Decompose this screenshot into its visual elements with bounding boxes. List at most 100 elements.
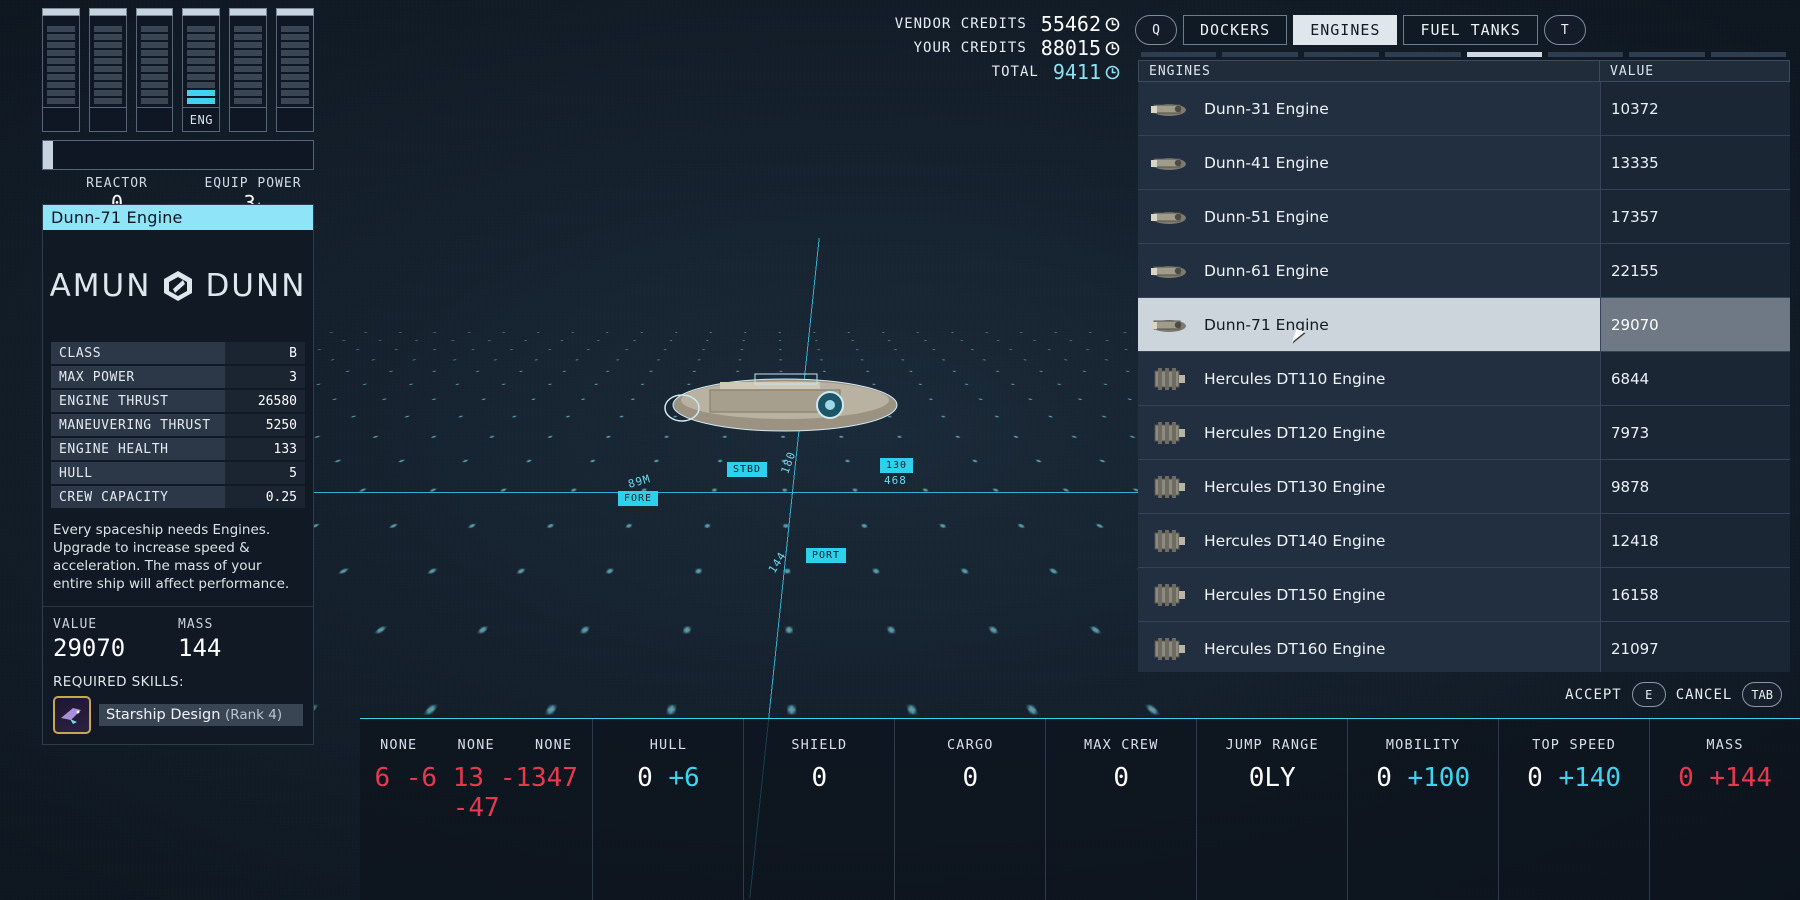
power-pip	[140, 82, 169, 88]
power-slot-2[interactable]	[135, 8, 174, 132]
marker-port: PORT	[806, 548, 847, 563]
list-item-name-cell[interactable]: Hercules DT140 Engine	[1138, 514, 1600, 567]
value-label: VALUE	[53, 616, 98, 632]
list-item-value: 13335	[1600, 136, 1790, 189]
power-pip	[281, 50, 309, 56]
credit-label: YOUR CREDITS	[913, 40, 1027, 56]
module-description: Every spaceship needs Engines. Upgrade t…	[53, 522, 290, 592]
list-item[interactable]: Hercules DT160 Engine 21097	[1138, 622, 1790, 672]
list-header-name: ENGINES	[1149, 63, 1211, 79]
stat-cell-label: HULL	[649, 737, 688, 753]
stat-row: ENGINE HEALTH 133	[51, 438, 305, 460]
stat-row: HULL 5	[51, 462, 305, 484]
equip-power-label: EQUIP POWER	[204, 176, 302, 191]
slot-cap	[182, 8, 221, 16]
slot-label	[229, 108, 268, 132]
mass-amount: 144	[178, 633, 222, 662]
power-pip	[234, 66, 263, 72]
power-pip	[187, 50, 216, 56]
tab-tick-active	[1466, 52, 1542, 57]
action-buttons[interactable]: ACCEPT E CANCEL TAB	[1565, 682, 1782, 707]
power-slot-3[interactable]: ENG	[182, 8, 221, 132]
list-item-name-cell[interactable]: Dunn-51 Engine	[1138, 190, 1600, 243]
list-item-name-cell[interactable]: Hercules DT150 Engine	[1138, 568, 1600, 621]
cancel-key[interactable]: TAB	[1742, 682, 1782, 707]
weapon-delta: 6	[374, 763, 391, 793]
stat-base: 0	[1527, 763, 1543, 793]
power-slot-5[interactable]	[276, 8, 314, 132]
ship-stats-bar: NONE NONE NONE 6 -6 13 -1347 -47 HULL 0 +6 SHI…	[360, 718, 1800, 900]
list-item[interactable]: Hercules DT130 Engine 9878	[1138, 460, 1790, 514]
slot-label: ENG	[182, 108, 221, 132]
list-item[interactable]: Dunn-61 Engine 22155	[1138, 244, 1790, 298]
list-item-name-cell[interactable]: Dunn-71 Engine	[1138, 298, 1600, 351]
stat-delta: +100	[1407, 763, 1471, 793]
list-item-value: 7973	[1600, 406, 1790, 459]
list-item[interactable]: Hercules DT120 Engine 7973	[1138, 406, 1790, 460]
category-tab-bar[interactable]: Q DOCKERS ENGINES FUEL TANKS T	[1135, 15, 1790, 45]
power-pip	[281, 34, 309, 40]
list-item-label: Dunn-51 Engine	[1204, 207, 1329, 226]
credit-row: YOUR CREDITS 88015	[830, 36, 1120, 60]
module-thumbnail-icon	[1146, 200, 1192, 234]
list-item[interactable]: Dunn-41 Engine 13335	[1138, 136, 1790, 190]
stat-cell-values: 0LY	[1197, 763, 1347, 793]
list-item[interactable]: Dunn-71 Engine 29070	[1138, 298, 1790, 352]
power-pip	[187, 42, 216, 48]
tab-tick	[1547, 52, 1624, 57]
tab-tick	[1222, 52, 1298, 57]
module-stats-table: CLASS B MAX POWER 3 ENGINE THRUST 26580 MANEUV…	[43, 342, 313, 512]
slot-body	[276, 16, 314, 108]
list-item-name-cell[interactable]: Dunn-61 Engine	[1138, 244, 1600, 297]
power-slot-4[interactable]	[229, 8, 268, 132]
list-item-name-cell[interactable]: Hercules DT110 Engine	[1138, 352, 1600, 405]
prev-category-key[interactable]: Q	[1135, 15, 1177, 45]
stat-base: 0	[1376, 763, 1392, 793]
slot-cap	[42, 8, 80, 16]
list-item[interactable]: Hercules DT140 Engine 12418	[1138, 514, 1790, 568]
list-item[interactable]: Hercules DT150 Engine 16158	[1138, 568, 1790, 622]
list-item[interactable]: Hercules DT110 Engine 6844	[1138, 352, 1790, 406]
stat-cell-label: TOP SPEED	[1532, 737, 1617, 753]
stat-base: 0LY	[1248, 763, 1296, 793]
list-item-value: 10372	[1600, 82, 1790, 135]
next-category-key[interactable]: T	[1543, 15, 1586, 45]
stat-cell-mass: MASS 0 +144	[1650, 719, 1800, 900]
stat-row: CREW CAPACITY 0.25	[51, 486, 305, 508]
value-col: VALUE 29070	[53, 617, 178, 662]
power-pip	[93, 74, 122, 80]
list-item-name-cell[interactable]: Hercules DT130 Engine	[1138, 460, 1600, 513]
tab-tick	[1629, 52, 1705, 57]
list-item-name-cell[interactable]: Hercules DT120 Engine	[1138, 406, 1600, 459]
module-list[interactable]: Dunn-31 Engine 10372 Dunn-41 Engine 13335 Du…	[1138, 82, 1790, 672]
list-item-name-cell[interactable]: Hercules DT160 Engine	[1138, 622, 1600, 672]
list-item-name-cell[interactable]: Dunn-41 Engine	[1138, 136, 1600, 189]
slot-label	[88, 108, 127, 132]
power-slot-0[interactable]	[42, 8, 80, 132]
ship-model	[660, 360, 910, 450]
credit-value: 55462	[1040, 12, 1101, 36]
stat-cell-label: JUMP RANGE	[1225, 737, 1319, 753]
stat-cell-mobility: MOBILITY 0 +100	[1348, 719, 1500, 900]
list-item[interactable]: Dunn-31 Engine 10372	[1138, 82, 1790, 136]
reactor-bar	[42, 140, 314, 170]
stat-row: MANEUVERING THRUST 5250	[51, 414, 305, 436]
list-item-label: Hercules DT140 Engine	[1204, 531, 1386, 550]
accept-key[interactable]: E	[1631, 682, 1666, 707]
power-pip	[93, 58, 122, 64]
stat-delta: +140	[1558, 763, 1622, 793]
tab-fuel-tanks[interactable]: FUEL TANKS	[1403, 15, 1538, 45]
power-pip	[234, 90, 263, 96]
list-item-label: Hercules DT110 Engine	[1204, 369, 1386, 388]
tab-engines[interactable]: ENGINES	[1293, 15, 1398, 45]
stat-cell-values: 0 +140	[1499, 763, 1649, 793]
power-pip	[93, 42, 122, 48]
power-pip	[187, 98, 216, 104]
tab-dockers[interactable]: DOCKERS	[1183, 15, 1288, 45]
list-header: ENGINES VALUE	[1138, 60, 1790, 82]
stat-cell-label: SHIELD	[791, 737, 848, 753]
list-item-name-cell[interactable]: Dunn-31 Engine	[1138, 82, 1600, 135]
power-pip	[281, 26, 309, 32]
power-slot-1[interactable]	[88, 8, 127, 132]
list-item[interactable]: Dunn-51 Engine 17357	[1138, 190, 1790, 244]
